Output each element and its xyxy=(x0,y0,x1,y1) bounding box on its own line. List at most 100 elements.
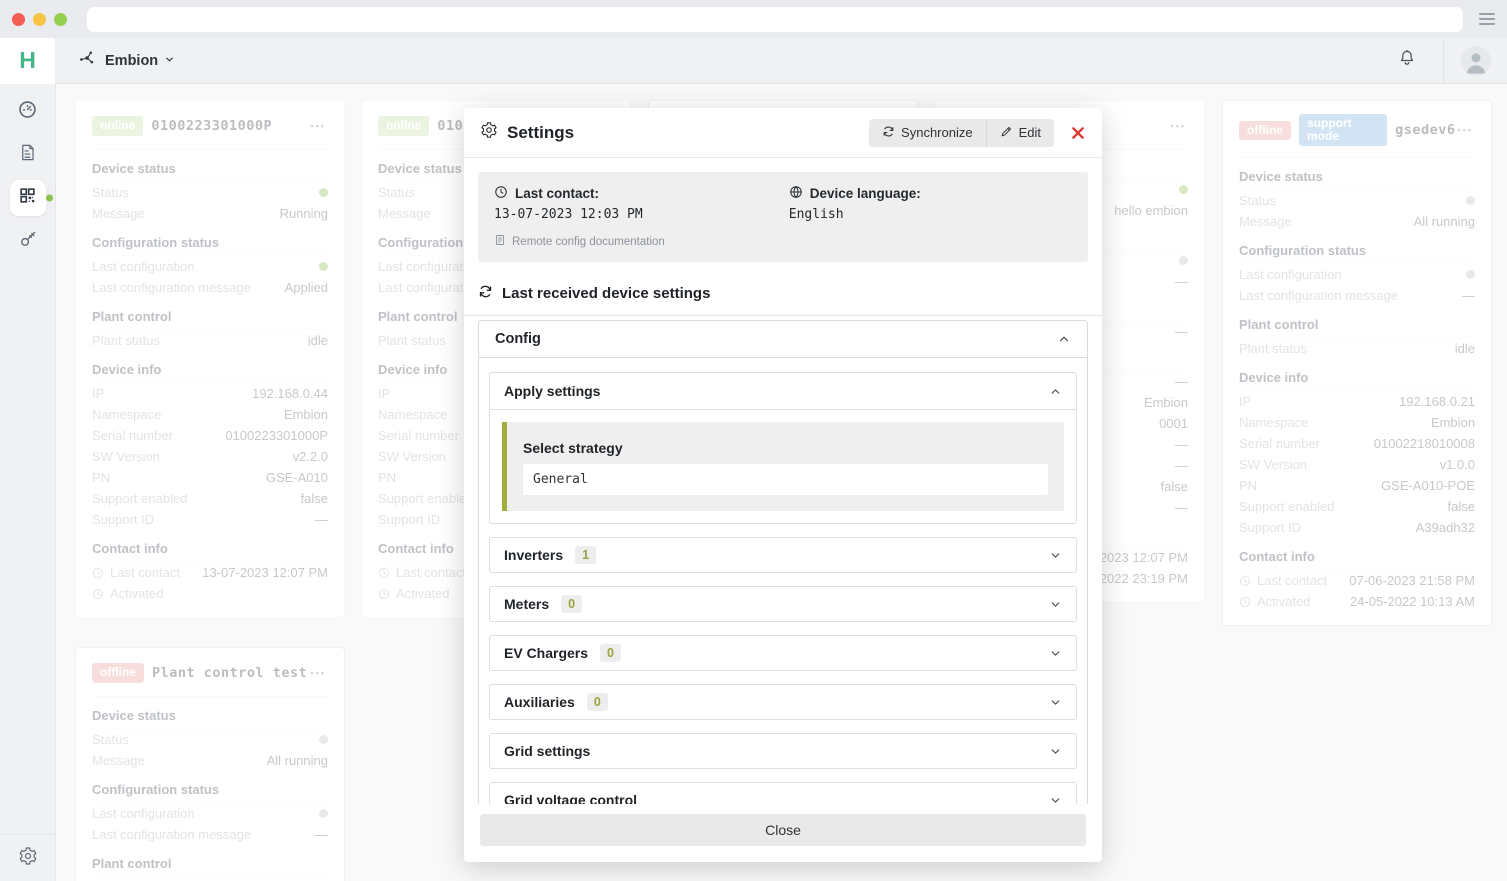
config-accordion-header[interactable]: Config xyxy=(479,321,1087,357)
pencil-icon xyxy=(1000,125,1013,141)
config-accordion: Config Apply settings Select strate xyxy=(478,320,1088,804)
chevron-down-icon xyxy=(1049,598,1062,611)
document-icon xyxy=(494,234,506,249)
sidebar xyxy=(0,84,56,881)
qr-code-icon xyxy=(18,186,37,210)
refresh-icon xyxy=(882,125,895,141)
browser-menu-icon[interactable] xyxy=(1479,13,1495,25)
gear-icon xyxy=(480,121,498,144)
modal-footer: Close xyxy=(464,804,1102,862)
accordion-inverters: Inverters 1 xyxy=(489,537,1077,573)
last-contact-label: Last contact: xyxy=(515,186,599,201)
close-modal-x-button[interactable] xyxy=(1070,125,1086,141)
close-button[interactable]: Close xyxy=(480,814,1086,846)
accordion-header[interactable]: Grid settings xyxy=(490,734,1076,768)
sidebar-footer xyxy=(0,834,55,881)
globe-icon xyxy=(789,185,803,202)
traffic-light-close[interactable] xyxy=(12,13,25,26)
edit-button[interactable]: Edit xyxy=(986,119,1054,147)
section-title: Last received device settings xyxy=(502,285,710,302)
chevron-up-icon xyxy=(1049,385,1062,398)
bell-icon xyxy=(1397,48,1417,73)
accordion-label: EV Chargers xyxy=(504,645,588,661)
divider xyxy=(464,315,1102,316)
apply-settings-label: Apply settings xyxy=(504,383,600,399)
logo-letter: H xyxy=(19,47,36,74)
chevron-up-icon xyxy=(1057,332,1071,346)
count-badge: 1 xyxy=(575,546,596,564)
clock-icon xyxy=(494,185,508,202)
accordion-grid-settings: Grid settings xyxy=(489,733,1077,769)
user-menu[interactable] xyxy=(1443,38,1507,83)
synchronize-button[interactable]: Synchronize xyxy=(869,119,986,147)
apply-settings-body: Select strategy General xyxy=(490,409,1076,523)
invoice-icon xyxy=(18,143,37,167)
select-strategy-label: Select strategy xyxy=(523,440,1048,456)
device-language-value: English xyxy=(789,207,1072,222)
last-received-settings-heading: Last received device settings xyxy=(478,284,1088,303)
count-badge: 0 xyxy=(561,595,582,613)
network-icon xyxy=(78,49,96,72)
url-bar[interactable] xyxy=(87,7,1463,32)
device-language-label-row: Device language: xyxy=(789,185,1072,202)
modal-title: Settings xyxy=(507,123,574,143)
modal-header: Settings Synchronize Edit xyxy=(464,108,1102,158)
traffic-light-minimize[interactable] xyxy=(33,13,46,26)
accordion-apply-settings: Apply settings Select strategy General xyxy=(489,372,1077,524)
edit-label: Edit xyxy=(1019,125,1041,140)
accordion-header[interactable]: Grid voltage control xyxy=(490,783,1076,804)
accordion-header[interactable]: Inverters 1 xyxy=(490,538,1076,572)
sidebar-item-dashboard[interactable] xyxy=(10,94,46,130)
sidebar-item-access[interactable] xyxy=(10,223,46,259)
traffic-light-zoom[interactable] xyxy=(54,13,67,26)
accordion-label: Grid settings xyxy=(504,743,590,759)
workspace-label: Embion xyxy=(105,53,158,69)
gauge-icon xyxy=(17,99,38,125)
accordion-auxiliaries: Auxiliaries 0 xyxy=(489,684,1077,720)
refresh-icon xyxy=(478,284,493,303)
chevron-down-icon xyxy=(1049,745,1062,758)
accordion-label: Auxiliaries xyxy=(504,694,575,710)
workspace-dropdown[interactable]: Embion xyxy=(78,49,175,72)
accordion-label: Inverters xyxy=(504,547,563,563)
chevron-down-icon xyxy=(1049,696,1062,709)
settings-gear-icon[interactable] xyxy=(18,846,38,870)
strategy-panel: Select strategy General xyxy=(502,422,1064,511)
chevron-down-icon xyxy=(1049,794,1062,805)
sidebar-item-devices[interactable] xyxy=(10,180,46,216)
modal-body: Last contact: 13-07-2023 12:03 PM Remote… xyxy=(464,158,1102,804)
accordion-label: Meters xyxy=(504,596,549,612)
accordion-grid-voltage-control: Grid voltage control xyxy=(489,782,1077,804)
device-info-panel: Last contact: 13-07-2023 12:03 PM Remote… xyxy=(478,172,1088,262)
accordion-header[interactable]: Meters 0 xyxy=(490,587,1076,621)
notifications-button[interactable] xyxy=(1371,38,1443,83)
device-language-label: Device language: xyxy=(810,186,921,201)
doc-link-label: Remote config documentation xyxy=(512,236,665,248)
accordion-header[interactable]: EV Chargers 0 xyxy=(490,636,1076,670)
modal-action-group: Synchronize Edit xyxy=(869,119,1054,147)
accordion-meters: Meters 0 xyxy=(489,586,1077,622)
config-label: Config xyxy=(495,331,541,347)
settings-modal: Settings Synchronize Edit xyxy=(464,108,1102,862)
apply-settings-header[interactable]: Apply settings xyxy=(490,373,1076,409)
count-badge: 0 xyxy=(600,644,621,662)
chevron-down-icon xyxy=(1049,647,1062,660)
count-badge: 0 xyxy=(587,693,608,711)
last-contact-value: 13-07-2023 12:03 PM xyxy=(494,207,789,222)
sidebar-item-invoices[interactable] xyxy=(10,137,46,173)
accordion-ev-chargers: EV Chargers 0 xyxy=(489,635,1077,671)
accordion-header[interactable]: Auxiliaries 0 xyxy=(490,685,1076,719)
chevron-down-icon xyxy=(1049,549,1062,562)
app-logo[interactable]: H xyxy=(0,38,56,84)
strategy-select[interactable]: General xyxy=(523,464,1048,495)
avatar xyxy=(1461,46,1491,76)
last-contact-label-row: Last contact: xyxy=(494,185,789,202)
accordion-label: Grid voltage control xyxy=(504,792,637,804)
key-icon xyxy=(18,229,38,254)
config-accordion-body: Apply settings Select strategy General I… xyxy=(479,357,1087,804)
chevron-down-icon xyxy=(164,52,175,70)
remote-config-doc-link[interactable]: Remote config documentation xyxy=(494,234,665,249)
app-header: H Embion xyxy=(0,38,1507,84)
browser-chrome xyxy=(0,0,1507,38)
synchronize-label: Synchronize xyxy=(901,125,973,140)
